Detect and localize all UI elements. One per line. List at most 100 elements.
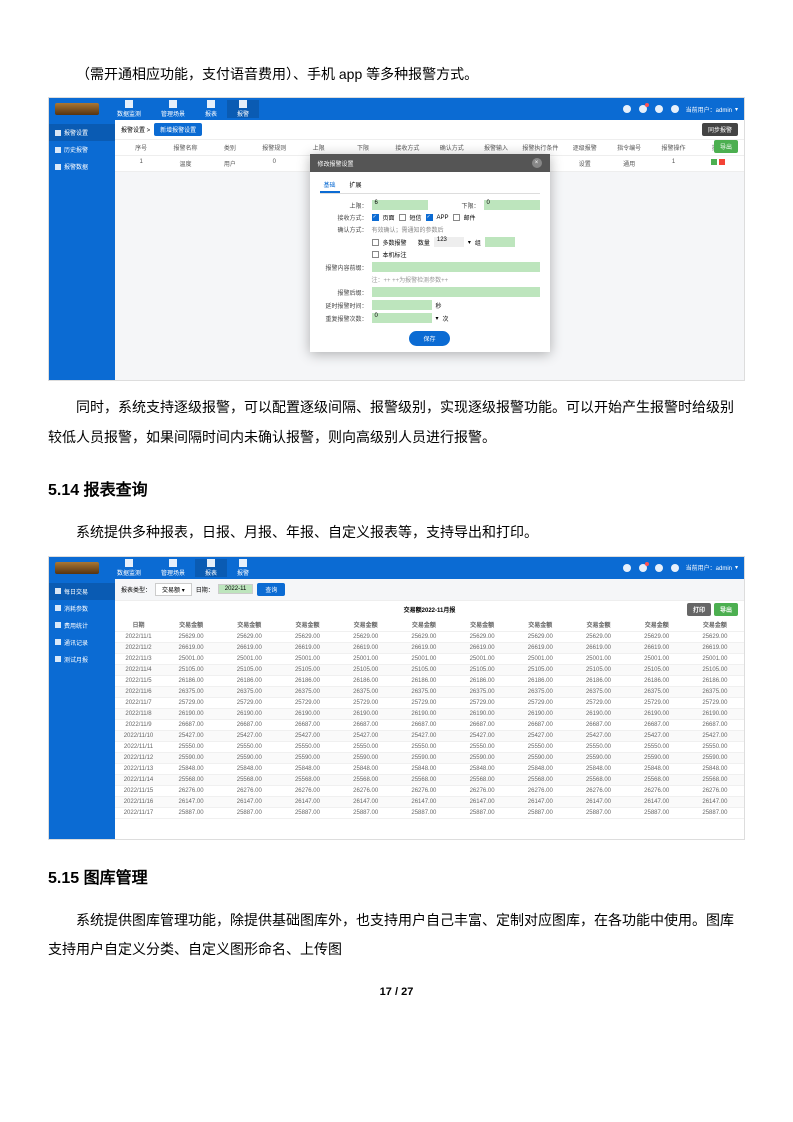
- main-panel: 报表类型：交易额 ▾ 日期：2022-11 查询 交易额2022-11月报 打印…: [115, 579, 744, 839]
- table-row: 2022/11/425105.0025105.0025105.0025105.0…: [115, 665, 744, 676]
- nav-monitor[interactable]: 数据监测: [107, 100, 151, 118]
- paragraph-gallery: 系统提供图库管理功能，除提供基础图库外，也支持用户自己丰富、定制对应图库，在各功…: [48, 906, 745, 965]
- delay-input[interactable]: [372, 300, 432, 310]
- paragraph-reports: 系统提供多种报表，日报、月报、年报、自定义报表等，支持导出和打印。: [48, 518, 745, 547]
- screenshot-alarm-config: 数据监测 管理场景 报表 报警 当前用户：admin ▾ 报警设置 历史报警 报…: [48, 97, 745, 381]
- refresh-icon[interactable]: [655, 564, 663, 572]
- monitor-icon: [125, 559, 133, 567]
- checkbox-email[interactable]: [453, 214, 460, 221]
- nav-scene[interactable]: 管理场景: [151, 559, 195, 577]
- topbar: 数据监测 管理场景 报表 报警 当前用户：admin ▾: [49, 557, 744, 579]
- multi-group-input[interactable]: [485, 237, 515, 247]
- logo: [55, 562, 99, 574]
- alarm-icon: [239, 559, 247, 567]
- type-select[interactable]: 交易额 ▾: [155, 583, 192, 596]
- checkbox-sms[interactable]: [399, 214, 406, 221]
- nav-alarm[interactable]: 报警: [227, 100, 259, 118]
- sidebar: 每日交易 消耗参数 费用统计 通讯记录 测试月报: [49, 579, 115, 839]
- checkbox-dead[interactable]: [372, 251, 379, 258]
- close-icon[interactable]: ×: [532, 158, 542, 168]
- user-icon: [671, 564, 679, 572]
- table-row: 2022/11/1225590.0025590.0025590.0025590.…: [115, 753, 744, 764]
- tab-basic[interactable]: 基础: [320, 178, 340, 193]
- sidebar-item-history[interactable]: 历史报警: [49, 141, 115, 158]
- sidebar-item-consume[interactable]: 消耗参数: [49, 600, 115, 617]
- table-row: 2022/11/526186.0026186.0026186.0026186.0…: [115, 676, 744, 687]
- checkbox-app[interactable]: [426, 214, 433, 221]
- doc-icon: [55, 605, 61, 611]
- filter-bar: 报表类型：交易额 ▾ 日期：2022-11 查询: [115, 579, 744, 601]
- breadcrumb: 报警设置 > 新增报警设置: [115, 120, 744, 140]
- table-row: 2022/11/926687.0026687.0026687.0026687.0…: [115, 720, 744, 731]
- logo: [55, 103, 99, 115]
- nav-scene[interactable]: 管理场景: [151, 100, 195, 118]
- table-header: 日期交易金额交易金额交易金额交易金额交易金额交易金额交易金额交易金额交易金额交易…: [115, 618, 744, 632]
- gear-icon: [55, 130, 61, 136]
- table-row: 2022/11/1526276.0026276.0026276.0026276.…: [115, 786, 744, 797]
- user-label[interactable]: 当前用户：admin ▾: [667, 105, 738, 114]
- user-icon: [671, 105, 679, 113]
- modal-header: 修改报警设置 ×: [310, 154, 550, 172]
- table-row: 2022/11/1125550.0025550.0025550.0025550.…: [115, 742, 744, 753]
- nav-report[interactable]: 报表: [195, 559, 227, 577]
- alarm-icon: [239, 100, 247, 108]
- repeat-input[interactable]: 0: [372, 313, 432, 323]
- table-row: 2022/11/1025427.0025427.0025427.0025427.…: [115, 731, 744, 742]
- modal-tabs: 基础 扩展: [320, 178, 540, 194]
- checkbox-multi[interactable]: [372, 239, 379, 246]
- table-row: 2022/11/125629.0025629.0025629.0025629.0…: [115, 632, 744, 643]
- sidebar-item-alarm-config[interactable]: 报警设置: [49, 124, 115, 141]
- add-alarm-button[interactable]: 新增报警设置: [154, 123, 202, 136]
- list-icon: [55, 639, 61, 645]
- print-button[interactable]: 打印: [687, 603, 711, 616]
- folder-icon: [55, 622, 61, 628]
- bell-icon[interactable]: [639, 564, 647, 572]
- edit-icon[interactable]: [711, 159, 717, 165]
- export-button[interactable]: 导出: [714, 140, 738, 153]
- sync-alarm-button[interactable]: 同步报警: [702, 123, 738, 136]
- heading-5-15: 5.15 图库管理: [48, 864, 745, 888]
- sidebar-item-data[interactable]: 报警数据: [49, 158, 115, 175]
- sidebar-item-test[interactable]: 测试月报: [49, 651, 115, 668]
- heading-5-14: 5.14 报表查询: [48, 476, 745, 500]
- delete-icon[interactable]: [719, 159, 725, 165]
- screenshot-report-query: 数据监测 管理场景 报表 报警 当前用户：admin ▾ 每日交易 消耗参数 费…: [48, 556, 745, 840]
- table-row: 2022/11/226619.0026619.0026619.0026619.0…: [115, 643, 744, 654]
- table-row: 2022/11/826190.0026190.0026190.0026190.0…: [115, 709, 744, 720]
- doc-icon: [55, 656, 61, 662]
- nav-alarm[interactable]: 报警: [227, 559, 259, 577]
- save-button[interactable]: 保存: [409, 331, 449, 346]
- edit-alarm-modal: 修改报警设置 × 基础 扩展 上限：6下限：0 接收方式：页面短信APP邮件 确…: [310, 154, 550, 352]
- scene-icon: [169, 559, 177, 567]
- nav-report[interactable]: 报表: [195, 100, 227, 118]
- chart-icon: [55, 164, 61, 170]
- bell-icon[interactable]: [639, 105, 647, 113]
- prefix-input[interactable]: [372, 262, 540, 272]
- main-panel: 报警设置 > 新增报警设置 同步报警 导出 序号报警名称类别报警规则上限下限接收…: [115, 120, 744, 380]
- multi-value-input[interactable]: 123: [434, 237, 464, 247]
- query-button[interactable]: 查询: [257, 583, 285, 596]
- suffix-input[interactable]: [372, 287, 540, 297]
- page-number: 17 / 27: [48, 986, 745, 998]
- table-row: 2022/11/1325848.0025848.0025848.0025848.…: [115, 764, 744, 775]
- tab-ext[interactable]: 扩展: [346, 178, 366, 193]
- paragraph-escalation: 同时，系统支持逐级报警，可以配置逐级间隔、报警级别，实现逐级报警功能。可以开始产…: [48, 393, 745, 452]
- doc-icon: [55, 588, 61, 594]
- sidebar-item-daily[interactable]: 每日交易: [49, 583, 115, 600]
- upper-input[interactable]: 6: [372, 200, 428, 210]
- refresh-icon[interactable]: [655, 105, 663, 113]
- date-input[interactable]: 2022-11: [218, 584, 254, 594]
- sidebar: 报警设置 历史报警 报警数据: [49, 120, 115, 380]
- sidebar-item-comm[interactable]: 通讯记录: [49, 634, 115, 651]
- sidebar-item-fee[interactable]: 费用统计: [49, 617, 115, 634]
- export-button[interactable]: 导出: [714, 603, 738, 616]
- table-row: 2022/11/626375.0026375.0026375.0026375.0…: [115, 687, 744, 698]
- user-label[interactable]: 当前用户：admin ▾: [667, 563, 738, 572]
- nav-monitor[interactable]: 数据监测: [107, 559, 151, 577]
- chat-icon[interactable]: [623, 564, 631, 572]
- lower-input[interactable]: 0: [484, 200, 540, 210]
- chat-icon[interactable]: [623, 105, 631, 113]
- topbar: 数据监测 管理场景 报表 报警 当前用户：admin ▾: [49, 98, 744, 120]
- checkbox-page[interactable]: [372, 214, 379, 221]
- table-row: 2022/11/725729.0025729.0025729.0025729.0…: [115, 698, 744, 709]
